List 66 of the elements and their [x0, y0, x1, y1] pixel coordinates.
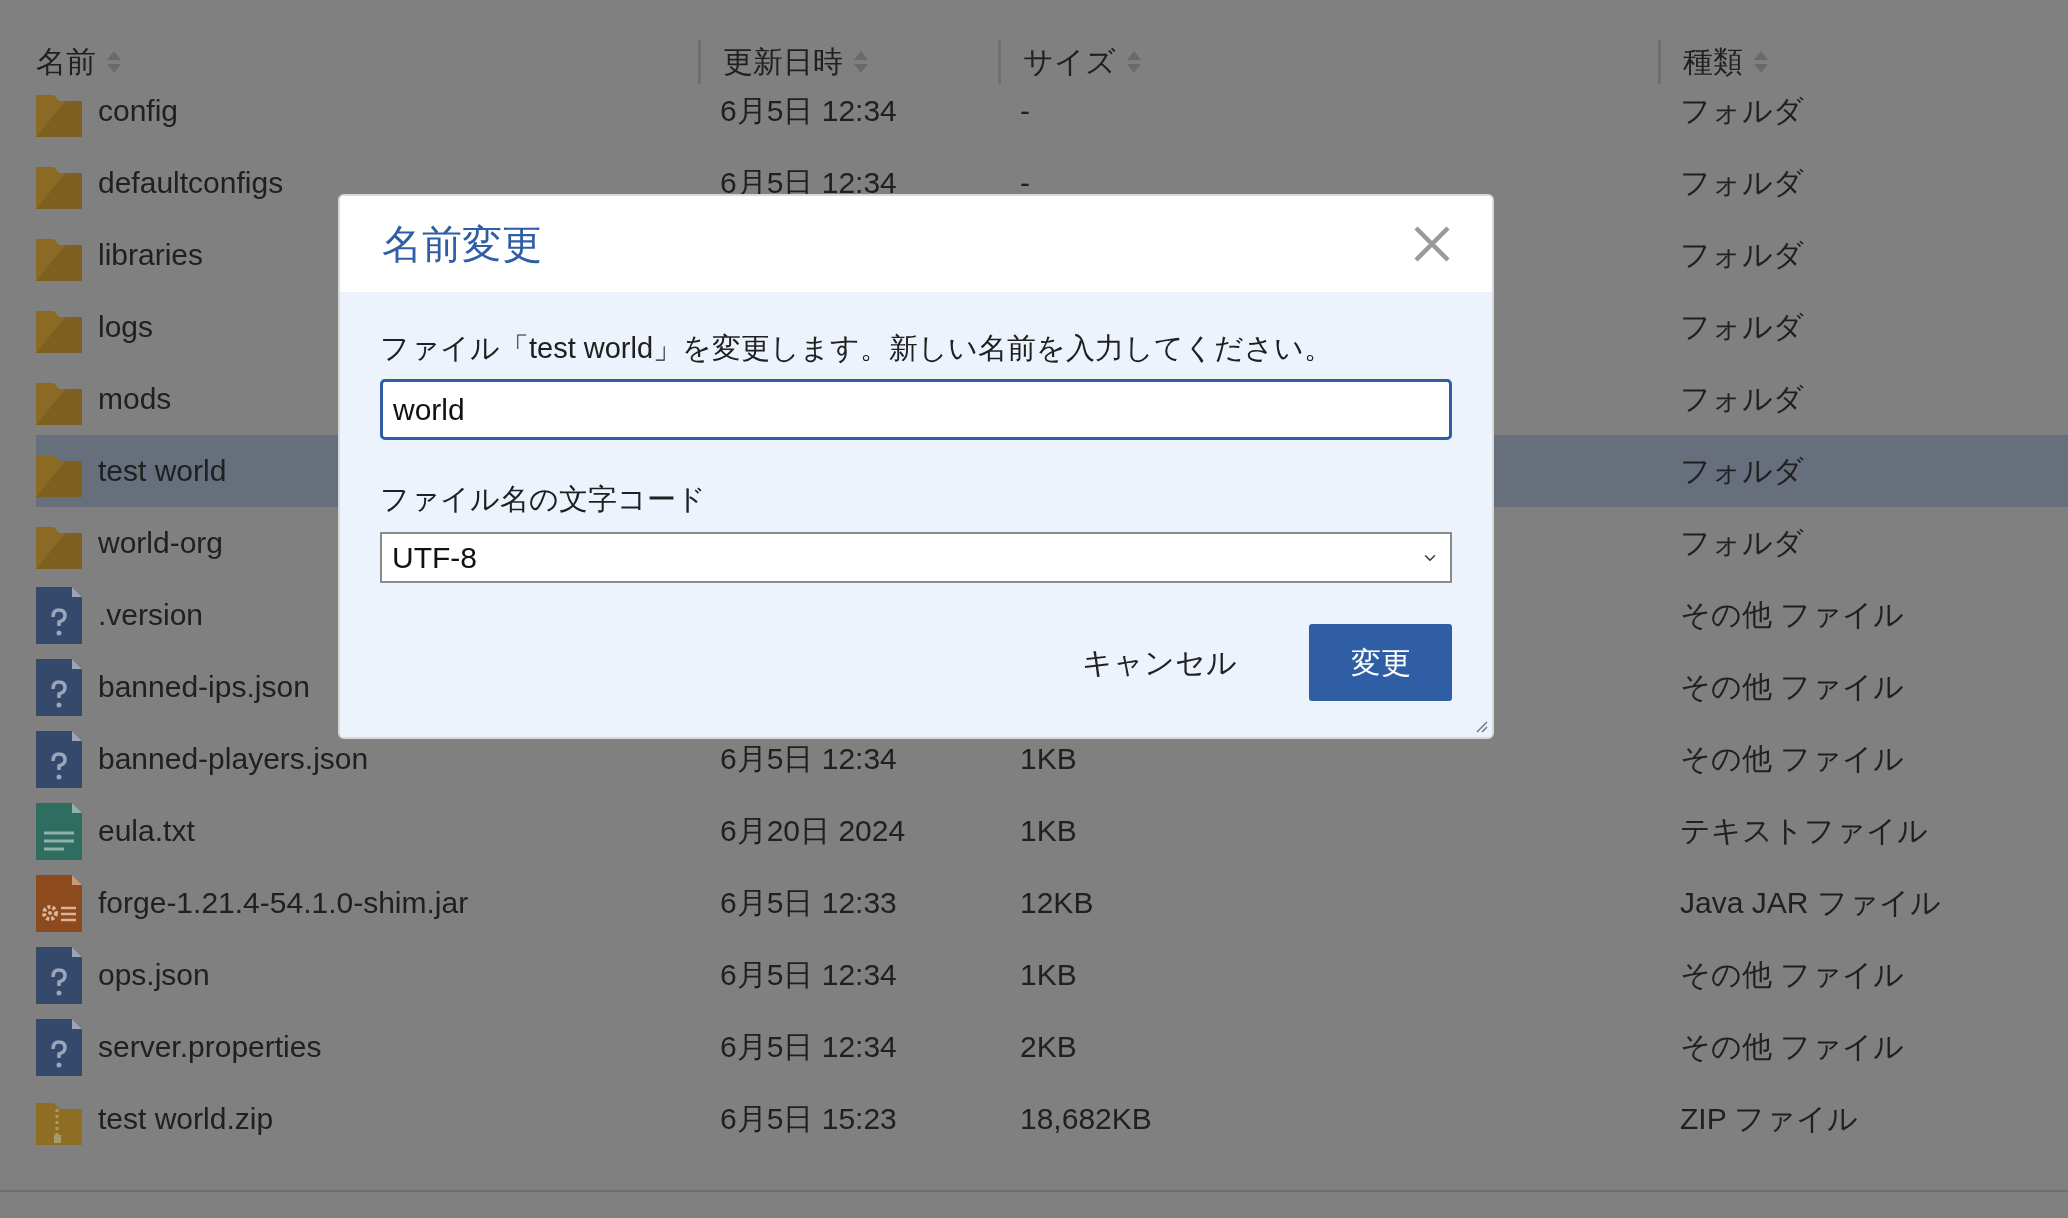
- file-type: その他 ファイル: [1680, 742, 1905, 775]
- unknown-file-icon: [36, 730, 82, 788]
- file-size: 18,682KB: [1020, 1102, 1152, 1135]
- file-name[interactable]: ops.json: [98, 957, 210, 993]
- file-type: その他 ファイル: [1680, 1030, 1905, 1063]
- file-name[interactable]: server.properties: [98, 1029, 322, 1065]
- dialog-title: 名前変更: [382, 221, 542, 268]
- file-type: フォルダ: [1680, 382, 1804, 415]
- file-size: 12KB: [1020, 886, 1094, 919]
- name-input-field[interactable]: world: [380, 379, 1452, 440]
- unknown-file-icon: [36, 1018, 82, 1076]
- file-size: 1KB: [1020, 814, 1077, 847]
- file-name[interactable]: banned-ips.json: [98, 669, 310, 705]
- unknown-file-icon: [36, 946, 82, 1004]
- unknown-file-icon: [36, 586, 82, 644]
- file-type: その他 ファイル: [1680, 958, 1905, 991]
- file-size: 1KB: [1020, 958, 1077, 991]
- file-name[interactable]: .version: [98, 597, 204, 633]
- file-type: Java JAR ファイル: [1680, 886, 1941, 919]
- cancel-button[interactable]: キャンセル: [1070, 634, 1249, 691]
- file-type: フォルダ: [1680, 166, 1804, 199]
- encoding-select[interactable]: UTF-8: [380, 532, 1452, 583]
- file-type: その他 ファイル: [1680, 670, 1905, 703]
- file-size: 2KB: [1020, 1030, 1077, 1063]
- file-type: その他 ファイル: [1680, 598, 1905, 631]
- encoding-label: ファイル名の文字コード: [380, 482, 707, 517]
- file-name[interactable]: world-org: [98, 525, 224, 561]
- file-type: フォルダ: [1680, 454, 1804, 487]
- file-name[interactable]: eula.txt: [98, 813, 195, 849]
- dialog-message: ファイル「test world」を変更します。新しい名前を入力してください。: [380, 331, 1335, 366]
- modified-date: 6月5日 12:33: [720, 886, 897, 919]
- file-name[interactable]: test world: [98, 453, 227, 489]
- modified-date: 6月5日 15:23: [720, 1102, 897, 1135]
- file-name[interactable]: mods: [98, 381, 172, 417]
- modified-date: 6月5日 12:34: [720, 94, 897, 127]
- file-size: -: [1020, 166, 1030, 199]
- column-header[interactable]: 名前: [36, 47, 96, 77]
- text-file-icon: [36, 802, 82, 860]
- close-icon: [1412, 224, 1452, 264]
- file-name[interactable]: libraries: [98, 237, 204, 273]
- file-size: -: [1020, 94, 1030, 127]
- file-name[interactable]: forge-1.21.4-54.1.0-shim.jar: [98, 885, 469, 921]
- file-type: ZIP ファイル: [1680, 1102, 1859, 1135]
- file-name[interactable]: logs: [98, 309, 154, 345]
- file-name[interactable]: config: [98, 93, 179, 129]
- file-name[interactable]: test world.zip: [98, 1101, 274, 1137]
- file-size: 1KB: [1020, 742, 1077, 775]
- resize-grip-icon[interactable]: [1474, 719, 1488, 733]
- file-type: フォルダ: [1680, 526, 1804, 559]
- jar-file-icon: [36, 874, 82, 932]
- file-name[interactable]: defaultconfigs: [98, 165, 284, 201]
- column-header[interactable]: 更新日時: [723, 47, 843, 77]
- file-type: フォルダ: [1680, 94, 1804, 127]
- column-header[interactable]: サイズ: [1023, 47, 1116, 77]
- close-button[interactable]: [1412, 224, 1452, 264]
- column-header[interactable]: 種類: [1683, 47, 1743, 77]
- file-type: テキストファイル: [1680, 814, 1928, 847]
- file-type: フォルダ: [1680, 310, 1804, 343]
- modified-date: 6月5日 12:34: [720, 742, 897, 775]
- file-type: フォルダ: [1680, 238, 1804, 271]
- modified-date: 6月5日 12:34: [720, 958, 897, 991]
- unknown-file-icon: [36, 658, 82, 716]
- modified-date: 6月5日 12:34: [720, 1030, 897, 1063]
- modified-date: 6月20日 2024: [720, 814, 906, 847]
- confirm-button[interactable]: 変更: [1309, 624, 1452, 701]
- file-name[interactable]: banned-players.json: [98, 741, 369, 777]
